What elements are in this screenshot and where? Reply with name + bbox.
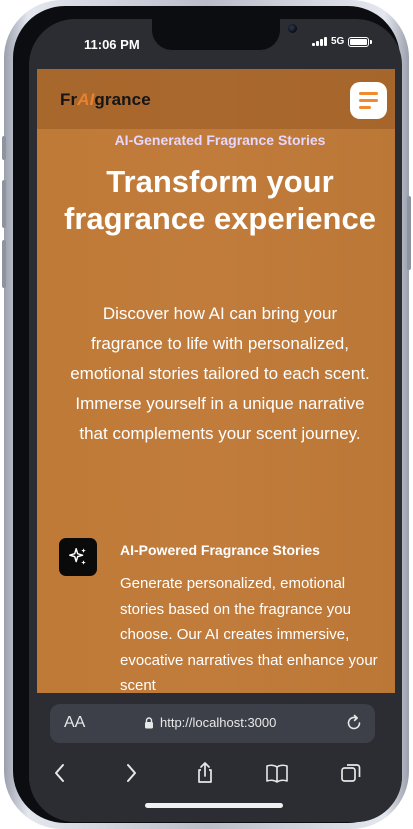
- tabs-icon[interactable]: [339, 761, 363, 785]
- phone-frame: 11:06 PM 5G FrAIgrance AI-Generated Frag…: [2, 0, 411, 829]
- address-bar[interactable]: AA http://localhost:3000: [50, 704, 375, 743]
- volume-up-button: [2, 180, 6, 228]
- site-header: FrAIgrance: [37, 69, 395, 129]
- camera: [288, 24, 297, 33]
- menu-icon-line: [359, 99, 378, 102]
- hero-eyebrow: AI-Generated Fragrance Stories: [114, 132, 326, 148]
- volume-down-button: [2, 240, 6, 288]
- screen: 11:06 PM 5G FrAIgrance AI-Generated Frag…: [29, 19, 402, 822]
- logo-text-highlight: AI: [77, 90, 95, 109]
- url-text: http://localhost:3000: [160, 715, 277, 730]
- web-page[interactable]: FrAIgrance AI-Generated Fragrance Storie…: [37, 69, 395, 705]
- menu-icon-line: [359, 106, 371, 109]
- lock-icon: [145, 717, 153, 729]
- menu-button[interactable]: [350, 82, 387, 119]
- text-size-label: AA: [64, 714, 86, 731]
- feature-title: AI-Powered Fragrance Stories: [120, 542, 320, 558]
- status-time: 11:06 PM: [84, 37, 140, 52]
- signal-icon: [312, 37, 327, 46]
- bezel: 11:06 PM 5G FrAIgrance AI-Generated Frag…: [13, 6, 402, 823]
- power-button: [407, 196, 411, 270]
- site-logo[interactable]: FrAIgrance: [60, 90, 151, 110]
- notch: [152, 19, 297, 50]
- status-indicators: 5G: [312, 36, 373, 47]
- mute-switch: [2, 136, 6, 160]
- battery-icon: [348, 36, 373, 47]
- text-size-button[interactable]: AA: [64, 714, 85, 732]
- share-icon[interactable]: [193, 761, 217, 785]
- bookmarks-icon[interactable]: [265, 761, 289, 785]
- logo-text-start: Fr: [60, 90, 78, 109]
- sparkles-icon: [59, 538, 97, 576]
- browser-toolbar: AA http://localhost:3000: [29, 693, 402, 822]
- menu-icon-line: [359, 92, 378, 95]
- hero-title: Transform your fragrance experience: [64, 164, 376, 236]
- reload-icon[interactable]: [344, 713, 364, 733]
- forward-icon[interactable]: [119, 761, 143, 785]
- home-indicator[interactable]: [145, 803, 283, 808]
- logo-text-end: grance: [94, 90, 151, 109]
- hero-description: Discover how AI can bring your fragrance…: [70, 304, 370, 443]
- feature-description: Generate personalized, emotional stories…: [120, 575, 378, 694]
- back-icon[interactable]: [48, 761, 72, 785]
- network-type: 5G: [331, 36, 345, 47]
